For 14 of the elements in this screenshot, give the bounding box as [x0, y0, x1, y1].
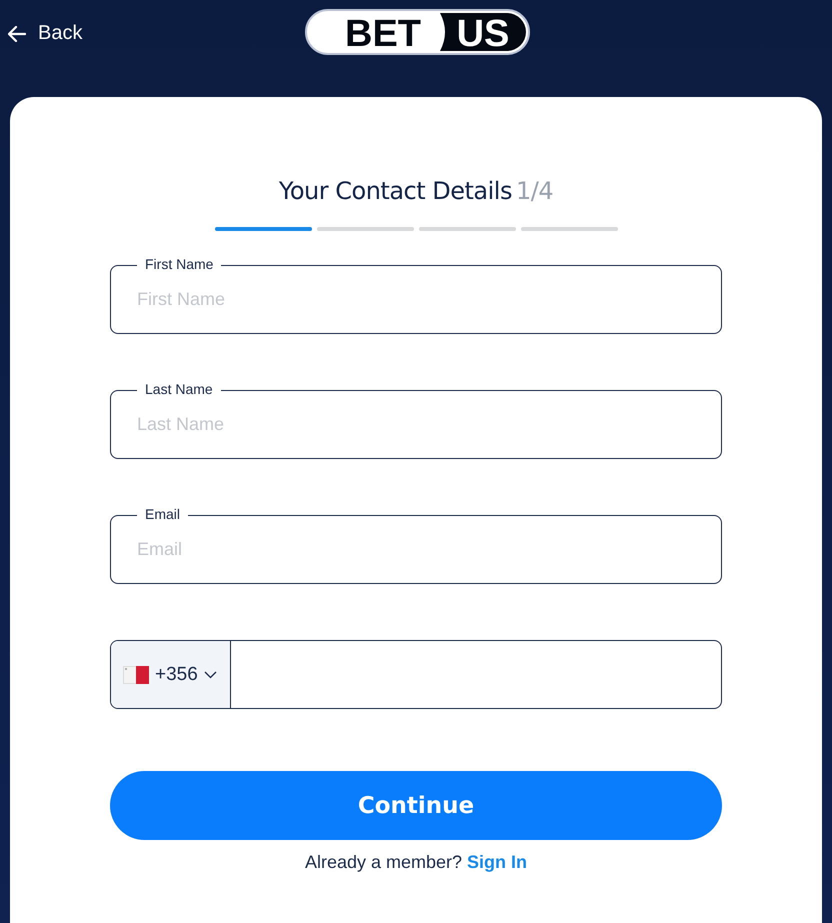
phone-field[interactable]: +356 [110, 640, 722, 709]
continue-button[interactable]: Continue [110, 771, 722, 840]
field-label: Email [137, 506, 188, 522]
footer-text: Already a member? [304, 852, 462, 873]
sign-in-link[interactable]: Sign In [467, 852, 528, 873]
field-label: First Name [137, 256, 222, 272]
flag-icon [123, 666, 149, 684]
logo: BET US [305, 9, 530, 55]
field-label: Last Name [137, 381, 221, 397]
form-title: Your Contact Details 1/4 [278, 177, 554, 205]
chevron-down-icon [204, 670, 217, 678]
country-code-select[interactable]: +356 [111, 641, 231, 708]
back-button[interactable]: Back [8, 22, 82, 45]
arrow-left-icon [8, 26, 26, 42]
